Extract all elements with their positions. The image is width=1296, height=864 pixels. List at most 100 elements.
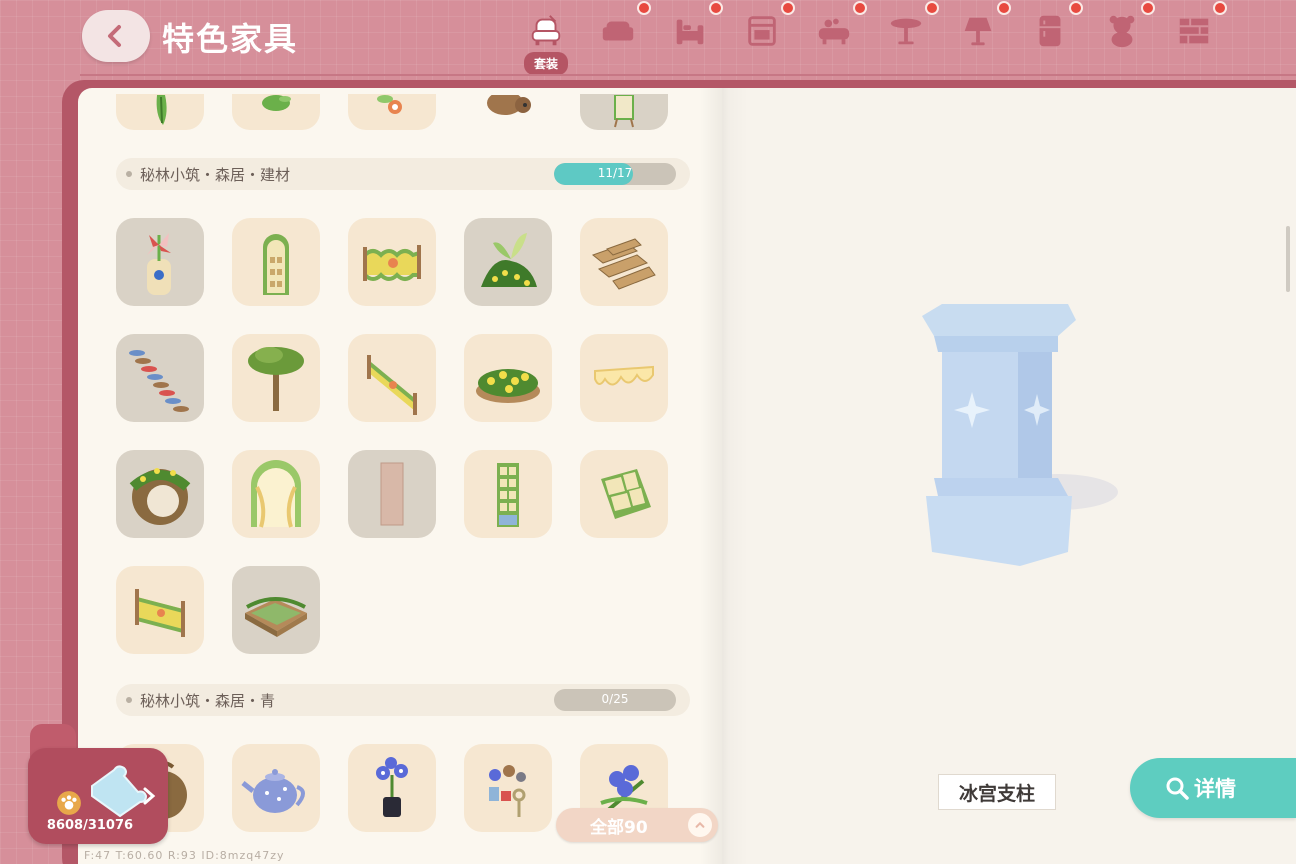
tab-wall[interactable]: [1158, 0, 1230, 76]
furniture-item[interactable]: [464, 334, 552, 422]
diagonal-fence-icon: [367, 355, 417, 415]
shelf-tower-icon: [497, 463, 519, 527]
furniture-item[interactable]: [464, 218, 552, 306]
stepping-stones-icon: [129, 350, 189, 412]
bed-icon: [676, 19, 704, 45]
tab-teddy[interactable]: [1086, 0, 1158, 76]
flower-item-icon: [377, 95, 402, 114]
fridge-badge: [1069, 1, 1083, 15]
lattice-panel-icon: [380, 462, 404, 526]
tab-lamp[interactable]: [942, 0, 1014, 76]
furniture-item[interactable]: [580, 94, 668, 130]
bed-badge: [709, 1, 723, 15]
furniture-item[interactable]: [232, 334, 320, 422]
scalloped-border-icon: [594, 365, 654, 386]
tab-sofa[interactable]: [582, 0, 654, 76]
back-button[interactable]: [82, 10, 150, 62]
furniture-item[interactable]: [232, 744, 320, 832]
buttons-key-icon: [489, 765, 526, 817]
wood-planks-icon: [591, 238, 656, 290]
pinwheel-bottle-icon: [147, 233, 171, 295]
furniture-item[interactable]: [580, 450, 668, 538]
tab-cabinet[interactable]: [726, 0, 798, 76]
furniture-item[interactable]: [116, 450, 204, 538]
tab-suit-label: 套装: [523, 52, 568, 75]
search-icon: [1166, 777, 1189, 800]
tab-bathtub[interactable]: [798, 0, 870, 76]
furniture-item[interactable]: [348, 450, 436, 538]
detail-button[interactable]: 详情: [1130, 758, 1296, 818]
furniture-item[interactable]: [580, 218, 668, 306]
wall-badge: [1213, 1, 1227, 15]
table-icon: [890, 18, 922, 45]
page-title: 特色家具: [162, 20, 299, 58]
lamp-badge: [997, 1, 1011, 15]
furniture-item[interactable]: [232, 94, 320, 130]
section-name: 秘林小筑・森居・青: [140, 691, 276, 710]
cabinet-badge: [781, 1, 795, 15]
teddy-badge: [1141, 1, 1155, 15]
furniture-item[interactable]: [232, 218, 320, 306]
flower-fence-icon: [363, 245, 421, 281]
sofa-icon: [602, 21, 634, 41]
tile-rug-icon: [601, 469, 651, 519]
book-gutter: [700, 88, 748, 864]
section-progress-text: 11/17: [597, 166, 633, 180]
suit-icon: [531, 15, 561, 46]
filter-dropdown[interactable]: 全部90: [556, 808, 718, 842]
arched-door-icon: [263, 234, 289, 295]
ice-pillar-preview: [922, 304, 1118, 566]
table-badge: [925, 1, 939, 15]
header-divider: [80, 74, 1296, 76]
section-progress-text: 0/25: [601, 692, 629, 706]
tab-suit[interactable]: 套装: [510, 0, 582, 76]
section-header[interactable]: 秘林小筑・森居・青 0/25: [116, 684, 690, 716]
leaf-item-icon: [156, 95, 167, 125]
furniture-item[interactable]: [348, 334, 436, 422]
cabinet-icon: [748, 16, 776, 46]
furniture-item[interactable]: [348, 744, 436, 832]
teddy-bear-icon: [1109, 15, 1135, 48]
puzzle-piece-icon: [91, 765, 148, 818]
tab-fridge[interactable]: [1014, 0, 1086, 76]
chevron-up-icon: [688, 813, 712, 837]
section-progress: 11/17: [554, 163, 676, 185]
section-bullet: [126, 171, 132, 177]
tree-icon: [248, 347, 304, 411]
furniture-item[interactable]: [232, 566, 320, 654]
section-bullet: [126, 697, 132, 703]
tab-bed[interactable]: [654, 0, 726, 76]
scrollbar[interactable]: [1286, 226, 1290, 292]
lamp-icon: [964, 17, 992, 46]
flower-fence-small-icon: [135, 589, 185, 637]
sofa-badge: [637, 1, 651, 15]
category-tabs: 套装: [510, 0, 1230, 80]
debug-overlay: F:47 T:60.60 R:93 ID:8mzq47zy: [84, 849, 285, 862]
furniture-item[interactable]: [232, 450, 320, 538]
potted-flower-icon: [376, 757, 408, 817]
furniture-item[interactable]: [116, 218, 204, 306]
furniture-item[interactable]: [116, 566, 204, 654]
furniture-item[interactable]: [464, 450, 552, 538]
curtain-arch-icon: [251, 460, 301, 528]
section-progress: 0/25: [554, 689, 676, 711]
collection-badge[interactable]: 8608/31076: [28, 748, 168, 844]
furniture-item[interactable]: [116, 334, 204, 422]
furniture-item[interactable]: [116, 94, 204, 130]
hedge-butterfly-icon: [481, 233, 537, 287]
furniture-item[interactable]: [580, 334, 668, 422]
furniture-item[interactable]: [464, 744, 552, 832]
bear-item-icon: [487, 95, 531, 115]
board-item-icon: [614, 95, 634, 128]
flower-bed-icon: [476, 369, 540, 403]
fridge-icon: [1039, 15, 1061, 47]
bathtub-icon: [818, 18, 850, 45]
tab-table[interactable]: [870, 0, 942, 76]
furniture-item[interactable]: [348, 218, 436, 306]
chevron-right-icon: [143, 787, 156, 805]
selected-item-name: 冰宫支柱: [938, 774, 1056, 810]
section-header[interactable]: 秘林小筑・森居・建材 11/17: [116, 158, 690, 190]
furniture-item[interactable]: [348, 94, 436, 130]
bathtub-badge: [853, 1, 867, 15]
furniture-item[interactable]: [464, 94, 552, 130]
